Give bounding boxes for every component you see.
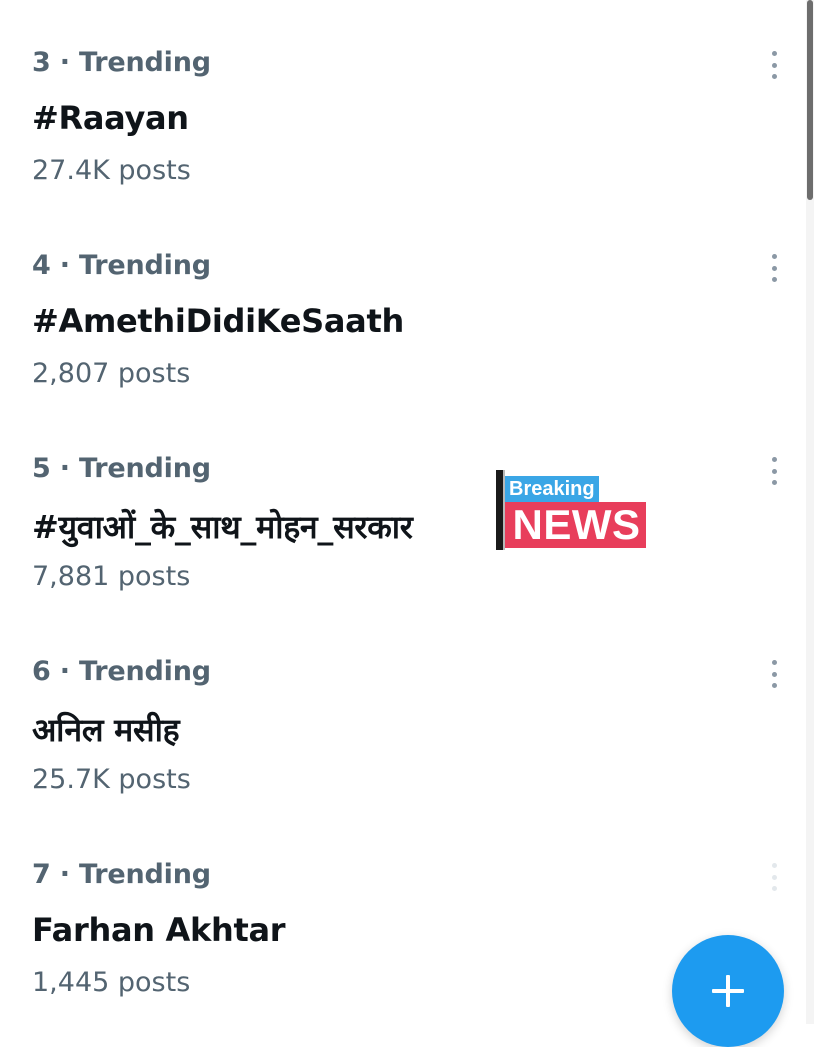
trend-title: #Raayan — [32, 99, 189, 137]
more-vertical-icon[interactable] — [764, 254, 784, 282]
trend-post-count: 1,445 posts — [32, 967, 191, 998]
trend-title: अनिल मसीह — [32, 711, 180, 749]
more-vertical-icon[interactable] — [764, 457, 784, 485]
plus-icon — [712, 975, 744, 1007]
trend-item-3[interactable]: 3 · Trending #Raayan 27.4K posts — [0, 17, 800, 217]
trend-post-count: 25.7K posts — [32, 764, 191, 795]
trend-item-5[interactable]: 5 · Trending #युवाओं_के_साथ_मोहन_सरकार 7… — [0, 423, 800, 623]
scrollbar[interactable] — [806, 0, 814, 1024]
compose-button[interactable] — [672, 935, 784, 1047]
more-vertical-icon[interactable] — [764, 660, 784, 688]
trend-meta: 4 · Trending — [32, 250, 211, 281]
trend-item-4[interactable]: 4 · Trending #AmethiDidiKeSaath 2,807 po… — [0, 220, 800, 420]
trend-meta: 6 · Trending — [32, 656, 211, 687]
scroll-thumb[interactable] — [807, 0, 813, 200]
more-vertical-icon[interactable] — [764, 51, 784, 79]
trend-meta: 7 · Trending — [32, 859, 211, 890]
trend-post-count: 2,807 posts — [32, 358, 191, 389]
trend-title: #युवाओं_के_साथ_मोहन_सरकार — [32, 508, 413, 546]
trend-post-count: 27.4K posts — [32, 155, 191, 186]
trend-meta: 5 · Trending — [32, 453, 211, 484]
sticker-news-label: NEWS — [505, 502, 646, 548]
trend-item-6[interactable]: 6 · Trending अनिल मसीह 25.7K posts — [0, 626, 800, 826]
breaking-news-sticker: Breaking NEWS — [496, 470, 652, 552]
trend-meta: 3 · Trending — [32, 47, 211, 78]
trend-post-count: 7,881 posts — [32, 561, 191, 592]
trend-title: #AmethiDidiKeSaath — [32, 302, 404, 340]
more-vertical-icon[interactable] — [764, 863, 784, 891]
sticker-bar — [496, 470, 505, 550]
trend-title: Farhan Akhtar — [32, 911, 286, 949]
sticker-breaking-label: Breaking — [505, 476, 599, 502]
